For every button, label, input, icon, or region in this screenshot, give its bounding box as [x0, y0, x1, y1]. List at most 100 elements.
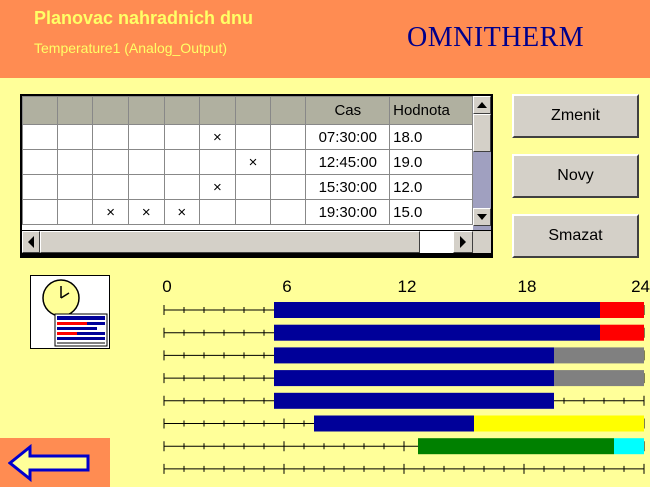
day-mark[interactable] — [163, 124, 201, 150]
schedule-grid: Cas Hodnota × 07:30:00 18.0 × 12:45:00 1… — [20, 94, 493, 258]
vertical-scrollbar[interactable] — [473, 96, 491, 230]
axis-tick-label: 24 — [631, 277, 650, 296]
time-cell[interactable]: 07:30:00 — [305, 124, 391, 150]
table-row[interactable]: × × × 19:30:00 15.0 — [22, 199, 473, 225]
schedule-bar — [314, 415, 474, 432]
scroll-left-button[interactable] — [22, 231, 40, 253]
day-mark[interactable] — [22, 174, 59, 200]
schedule-bar — [274, 302, 600, 318]
schedule-bar — [274, 324, 600, 341]
scroll-corner — [473, 231, 491, 253]
day-header[interactable] — [92, 96, 129, 125]
day-mark[interactable] — [199, 149, 236, 175]
day-mark[interactable] — [57, 199, 94, 225]
triangle-up-icon — [477, 102, 487, 108]
new-button[interactable]: Novy — [512, 154, 639, 198]
day-mark[interactable] — [22, 199, 59, 225]
day-mark[interactable]: × — [163, 199, 201, 225]
scroll-down-button[interactable] — [473, 208, 491, 226]
day-mark[interactable] — [270, 149, 307, 175]
value-column-header[interactable]: Hodnota — [389, 96, 473, 125]
schedule-bar — [274, 392, 554, 409]
day-header[interactable] — [22, 96, 59, 125]
day-mark[interactable]: × — [234, 149, 272, 175]
day-mark[interactable] — [199, 199, 236, 225]
schedule-bar — [554, 347, 644, 364]
schedule-bar — [274, 347, 554, 364]
day-mark[interactable] — [57, 174, 94, 200]
schedule-bar — [274, 370, 554, 387]
day-mark[interactable] — [234, 124, 272, 150]
brand-logo: OMNITHERM — [407, 22, 585, 53]
delete-button[interactable]: Smazat — [512, 214, 639, 258]
day-header[interactable] — [199, 96, 236, 125]
back-button[interactable] — [0, 438, 110, 487]
day-mark[interactable] — [270, 124, 307, 150]
value-cell[interactable]: 12.0 — [389, 174, 473, 200]
schedule-bar — [554, 370, 644, 387]
time-cell[interactable]: 19:30:00 — [305, 199, 391, 225]
value-cell[interactable]: 18.0 — [389, 124, 473, 150]
time-cell[interactable]: 15:30:00 — [305, 174, 391, 200]
time-cell[interactable]: 12:45:00 — [305, 149, 391, 175]
day-mark[interactable] — [234, 199, 272, 225]
day-mark[interactable] — [92, 124, 129, 150]
day-mark[interactable] — [163, 149, 201, 175]
value-cell[interactable]: 15.0 — [389, 199, 473, 225]
page-title: Planovac nahradnich dnu — [34, 8, 254, 28]
triangle-left-icon — [28, 236, 34, 248]
day-header[interactable] — [163, 96, 201, 125]
day-mark[interactable] — [57, 124, 94, 150]
schedule-bar — [418, 438, 614, 455]
day-mark[interactable] — [22, 124, 59, 150]
vertical-scroll-thumb[interactable] — [473, 114, 491, 152]
triangle-down-icon — [477, 214, 487, 220]
clock-calendar-icon — [42, 279, 108, 347]
day-mark[interactable] — [270, 199, 307, 225]
day-mark[interactable] — [22, 149, 59, 175]
scroll-up-button[interactable] — [473, 96, 491, 114]
day-mark[interactable]: × — [199, 174, 236, 200]
triangle-right-icon — [460, 236, 466, 248]
header-bar: Planovac nahradnich dnu Temperature1 (An… — [0, 0, 650, 78]
table-header-row: Cas Hodnota — [22, 96, 473, 125]
day-mark[interactable]: × — [92, 199, 129, 225]
value-cell[interactable]: 19.0 — [389, 149, 473, 175]
change-button[interactable]: Zmenit — [512, 94, 639, 138]
schedule-bar — [600, 324, 644, 341]
back-arrow-icon — [8, 443, 90, 483]
schedule-icon-button[interactable] — [30, 275, 110, 349]
day-mark[interactable] — [234, 174, 272, 200]
horizontal-scroll-thumb[interactable] — [40, 231, 420, 253]
axis-tick-label: 6 — [282, 277, 291, 296]
day-mark[interactable] — [127, 174, 165, 200]
schedule-bar — [474, 415, 644, 432]
day-mark[interactable]: × — [199, 124, 236, 150]
table-row[interactable]: × 15:30:00 12.0 — [22, 174, 473, 200]
schedule-bar — [614, 438, 644, 455]
schedule-bar — [600, 302, 644, 318]
horizontal-scrollbar[interactable] — [22, 231, 473, 253]
day-header[interactable] — [234, 96, 272, 125]
schedule-table: Cas Hodnota × 07:30:00 18.0 × 12:45:00 1… — [22, 96, 473, 225]
page-subtitle: Temperature1 (Analog_Output) — [34, 40, 227, 56]
day-header[interactable] — [57, 96, 94, 125]
table-row[interactable]: × 12:45:00 19.0 — [22, 149, 473, 175]
day-header[interactable] — [270, 96, 307, 125]
day-mark[interactable] — [163, 174, 201, 200]
axis-tick-label: 12 — [398, 277, 417, 296]
axis-tick-label: 0 — [162, 277, 171, 296]
day-mark[interactable] — [127, 124, 165, 150]
day-mark[interactable] — [127, 149, 165, 175]
table-row[interactable]: × 07:30:00 18.0 — [22, 124, 473, 150]
day-header[interactable] — [127, 96, 165, 125]
day-mark[interactable] — [92, 174, 129, 200]
scroll-right-button[interactable] — [453, 231, 473, 253]
schedule-table-area: Cas Hodnota × 07:30:00 18.0 × 12:45:00 1… — [22, 96, 473, 230]
day-mark[interactable] — [270, 174, 307, 200]
day-mark[interactable]: × — [127, 199, 165, 225]
day-mark[interactable] — [57, 149, 94, 175]
day-mark[interactable] — [92, 149, 129, 175]
time-column-header[interactable]: Cas — [305, 96, 391, 125]
axis-tick-label: 18 — [518, 277, 537, 296]
